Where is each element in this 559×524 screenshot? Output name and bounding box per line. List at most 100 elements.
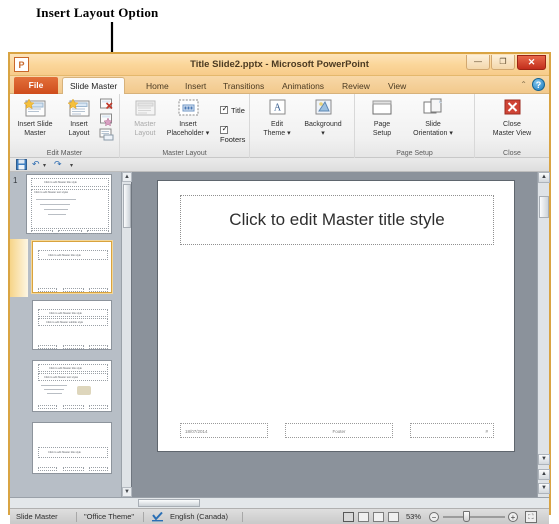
thumbnail-scrollbar-thumb[interactable] bbox=[123, 184, 131, 228]
insert-layout-button[interactable]: Insert Layout bbox=[56, 96, 102, 138]
checkbox-footers[interactable]: Footers bbox=[220, 124, 249, 144]
title-placeholder[interactable]: Click to edit Master title style bbox=[180, 195, 494, 245]
slide-orientation-icon bbox=[420, 96, 446, 120]
thumbnail-card-2[interactable]: Click to edit Master title style bbox=[31, 240, 113, 294]
main-scrollbar-thumb[interactable] bbox=[539, 196, 549, 218]
maximize-button[interactable]: ❐ bbox=[491, 55, 515, 70]
next-slide-button[interactable]: ▼ bbox=[538, 483, 550, 494]
close-master-view-button[interactable]: Close Master View bbox=[483, 96, 541, 138]
insert-layout-label-2: Layout bbox=[68, 130, 90, 137]
list-item[interactable]: Click to edit Master title style bbox=[10, 239, 122, 297]
title-checkbox-box[interactable] bbox=[220, 104, 229, 114]
thumbnail-card-4[interactable]: Click to edit Master title style Click t… bbox=[32, 360, 112, 412]
close-master-view-icon bbox=[499, 96, 525, 120]
thumbnail-number-1: 1 bbox=[13, 176, 18, 185]
list-item[interactable]: 1 Click to edit Master title style Click… bbox=[10, 174, 122, 236]
slide-orientation-label-1: Slide bbox=[425, 121, 441, 128]
svg-text:A: A bbox=[274, 103, 282, 114]
zoom-in-button[interactable]: + bbox=[508, 512, 518, 522]
edit-theme-icon: A bbox=[264, 96, 290, 120]
insert-placeholder-button[interactable]: Insert Placeholder ▾ bbox=[160, 96, 216, 138]
thumbnail-scroll-up-button[interactable]: ▲ bbox=[122, 172, 132, 182]
minimize-button[interactable]: — bbox=[466, 55, 490, 70]
tab-review[interactable]: Review bbox=[335, 78, 377, 94]
slide-thumbnail-pane[interactable]: 1 Click to edit Master title style Click… bbox=[10, 172, 132, 497]
tab-home[interactable]: Home bbox=[139, 78, 176, 94]
slide-sorter-view-button[interactable] bbox=[358, 512, 369, 522]
footer-placeholder[interactable]: Footer bbox=[285, 423, 393, 438]
ribbon-group-master-layout: Master Layout Insert Placeholder ▾ ✓Titl… bbox=[120, 94, 250, 158]
tab-slide-master[interactable]: Slide Master bbox=[62, 77, 126, 94]
list-item[interactable]: Click to edit Master title style Click t… bbox=[10, 360, 122, 418]
thumbnail-card-1[interactable]: Click to edit Master title style Click t… bbox=[26, 174, 112, 234]
background-label-main: Background bbox=[304, 121, 342, 128]
work-area: 1 Click to edit Master title style Click… bbox=[10, 172, 550, 497]
thumbnail-card-3[interactable]: Click to edit Master title style Click t… bbox=[32, 300, 112, 350]
tab-file[interactable]: File bbox=[14, 77, 58, 94]
edit-theme-button[interactable]: A Edit Theme ▾ bbox=[254, 96, 300, 138]
close-master-view-label-2: Master View bbox=[492, 130, 532, 137]
scroll-down-button[interactable]: ▼ bbox=[538, 454, 550, 465]
slide-canvas-area: Click to edit Master title style 18/07/2… bbox=[132, 172, 537, 497]
group-label-page-setup: Page Setup bbox=[396, 150, 433, 157]
tab-transitions[interactable]: Transitions bbox=[216, 78, 271, 94]
customize-qat-icon[interactable]: ▾ bbox=[70, 161, 73, 172]
edit-theme-label-1: Edit bbox=[270, 121, 284, 128]
slide-editing-surface[interactable]: Click to edit Master title style 18/07/2… bbox=[157, 180, 515, 452]
annotation-band: Insert Layout Option bbox=[0, 0, 559, 108]
close-master-view-label-1: Close bbox=[503, 121, 521, 128]
date-placeholder[interactable]: 18/07/2014 bbox=[180, 423, 268, 438]
background-button[interactable]: Edit Background ▾ bbox=[295, 96, 351, 138]
delete-master-icon[interactable] bbox=[99, 97, 114, 111]
insert-placeholder-icon bbox=[175, 96, 201, 120]
footers-checkbox-box[interactable] bbox=[220, 124, 229, 134]
spell-check-icon[interactable] bbox=[152, 511, 163, 524]
previous-slide-button[interactable]: ▲ bbox=[538, 469, 550, 480]
collapse-ribbon-icon[interactable]: ⌃ bbox=[520, 80, 527, 89]
tab-animations[interactable]: Animations bbox=[275, 78, 331, 94]
checkbox-title[interactable]: Title bbox=[220, 104, 245, 115]
thumb1-body-text: Click to edit Master text styles bbox=[34, 191, 69, 194]
master-layout-icon bbox=[132, 96, 158, 120]
slide-number-placeholder[interactable]: # bbox=[410, 423, 494, 438]
main-vertical-scrollbar[interactable]: ▲ ▼ ▲ ▼ bbox=[537, 172, 550, 497]
thumb3-title-box: Click to edit Master title style bbox=[38, 309, 108, 317]
thumbnail-scroll-down-button[interactable]: ▼ bbox=[122, 487, 132, 497]
tab-view[interactable]: View bbox=[381, 78, 413, 94]
redo-icon[interactable]: ↷ bbox=[54, 159, 62, 170]
checkbox-footers-label: Footers bbox=[220, 135, 246, 144]
help-icon[interactable]: ? bbox=[532, 78, 545, 91]
thumb4-title-box: Click to edit Master title style bbox=[38, 364, 108, 372]
zoom-slider-handle[interactable] bbox=[463, 511, 470, 522]
insert-slide-master-button[interactable]: Insert Slide Master bbox=[12, 96, 58, 138]
horizontal-scrollbar-thumb[interactable] bbox=[138, 499, 200, 507]
slideshow-view-button[interactable] bbox=[388, 512, 399, 522]
zoom-slider-track[interactable] bbox=[443, 516, 505, 518]
rename-master-icon[interactable] bbox=[99, 127, 114, 141]
status-language[interactable]: English (Canada) bbox=[170, 512, 228, 521]
reading-view-button[interactable] bbox=[373, 512, 384, 522]
insert-layout-label-1: Insert bbox=[70, 121, 88, 128]
list-item[interactable]: Click to edit Master title style Click t… bbox=[10, 300, 122, 355]
scroll-up-button[interactable]: ▲ bbox=[538, 172, 550, 183]
fit-slide-to-window-button[interactable]: ⛶ bbox=[525, 511, 537, 523]
ribbon-tab-strip: File Slide Master Home Insert Transition… bbox=[10, 76, 549, 94]
normal-view-button[interactable] bbox=[343, 512, 354, 522]
close-button[interactable]: ✕ bbox=[517, 55, 546, 70]
zoom-out-button[interactable]: − bbox=[429, 512, 439, 522]
undo-icon[interactable]: ↶ bbox=[32, 159, 40, 170]
thumbnail-card-5[interactable]: Click to edit Master title style bbox=[32, 422, 112, 474]
thumbnail-scrollbar[interactable]: ▲ ▼ bbox=[121, 172, 132, 497]
thumb1-title-box: Click to edit Master title style bbox=[31, 178, 109, 187]
save-icon[interactable] bbox=[16, 159, 27, 173]
slide-orientation-button[interactable]: Slide Orientation ▾ bbox=[399, 96, 467, 138]
undo-dropdown-icon[interactable]: ▾ bbox=[43, 161, 46, 172]
title-placeholder-text: Click to edit Master title style bbox=[229, 210, 445, 229]
minimize-icon: — bbox=[474, 57, 482, 66]
list-item[interactable]: Click to edit Master title style bbox=[10, 422, 122, 480]
tab-insert[interactable]: Insert bbox=[178, 78, 213, 94]
horizontal-scrollbar[interactable] bbox=[10, 497, 549, 508]
preserve-master-icon[interactable] bbox=[99, 112, 114, 127]
insert-slide-master-label-2: Master bbox=[24, 130, 46, 137]
thumb4-title-text: Click to edit Master title style bbox=[49, 367, 82, 370]
